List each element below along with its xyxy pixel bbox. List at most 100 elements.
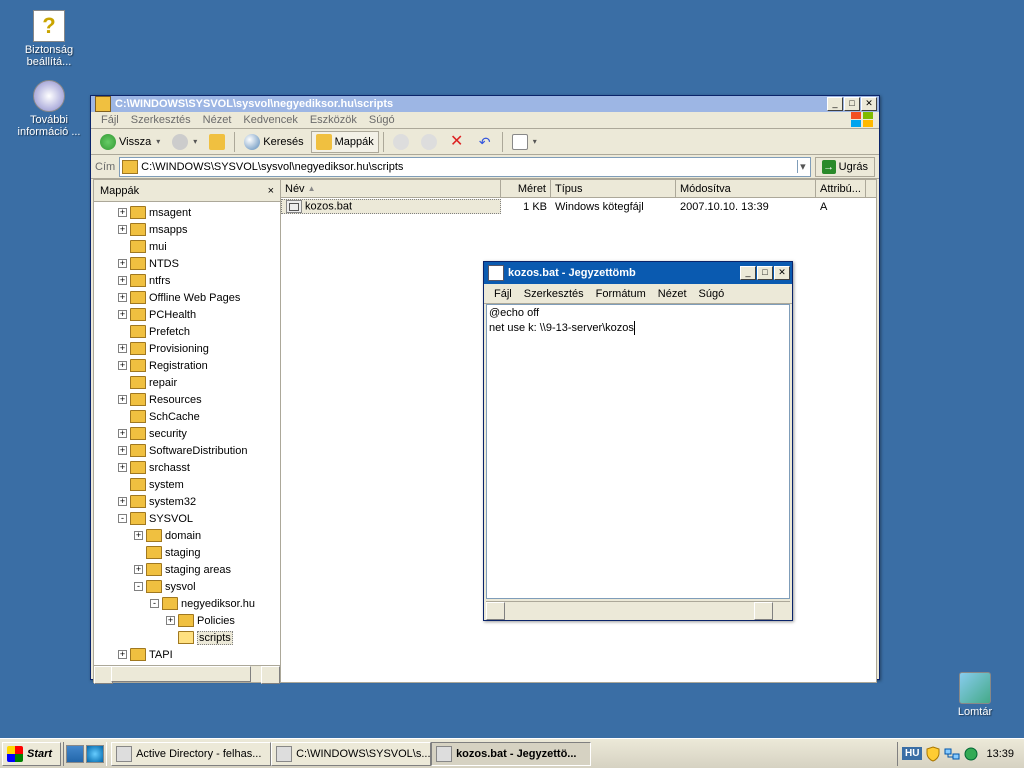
tree-node[interactable]: +ntfrs <box>98 272 280 289</box>
tree-node[interactable]: -negyediksor.hu <box>98 595 280 612</box>
tree-node[interactable]: +Resources <box>98 391 280 408</box>
tray-volume-icon[interactable] <box>963 746 979 762</box>
tree-node[interactable]: -SYSVOL <box>98 510 280 527</box>
search-button[interactable]: Keresés <box>239 131 308 153</box>
views-button[interactable] <box>507 131 542 153</box>
tree-expand-icon[interactable]: + <box>118 497 127 506</box>
menu-tools[interactable]: Eszközök <box>304 112 363 128</box>
taskbar-button[interactable]: kozos.bat - Jegyzettö... <box>431 742 591 766</box>
tree-expand-icon[interactable]: + <box>118 395 127 404</box>
explorer-titlebar[interactable]: C:\WINDOWS\SYSVOL\sysvol\negyediksor.hu\… <box>91 96 879 112</box>
tree-close-button[interactable]: × <box>268 185 274 197</box>
tree-expand-icon[interactable]: + <box>118 293 127 302</box>
folder-tree[interactable]: +msagent+msappsmui+NTDS+ntfrs+Offline We… <box>94 202 280 665</box>
undo-button[interactable]: ↶ <box>472 131 498 153</box>
file-row[interactable]: kozos.bat1 KBWindows kötegfájl2007.10.10… <box>281 198 876 215</box>
tree-node[interactable]: SchCache <box>98 408 280 425</box>
close-button[interactable]: ✕ <box>774 266 790 280</box>
menu-help[interactable]: Súgó <box>693 286 731 302</box>
tree-node[interactable]: +msagent <box>98 204 280 221</box>
delete-button[interactable]: ✕ <box>444 131 470 153</box>
menu-help[interactable]: Súgó <box>363 112 401 128</box>
tree-node[interactable]: system <box>98 476 280 493</box>
tree-expand-icon[interactable]: + <box>118 463 127 472</box>
tree-expand-icon[interactable]: + <box>118 446 127 455</box>
menu-edit[interactable]: Szerkesztés <box>125 112 197 128</box>
desktop-icon-recycle[interactable]: Lomtár <box>940 672 1010 718</box>
tree-node[interactable]: repair <box>98 374 280 391</box>
desktop-icon-moreinfo[interactable]: További információ ... <box>14 80 84 138</box>
tree-expand-icon[interactable]: - <box>134 582 143 591</box>
tree-expand-icon[interactable]: + <box>134 531 143 540</box>
column-header[interactable]: Típus <box>551 180 676 197</box>
tree-node[interactable]: +srchasst <box>98 459 280 476</box>
start-button[interactable]: Start <box>2 742 61 766</box>
tree-node[interactable]: staging <box>98 544 280 561</box>
tree-node[interactable]: +Offline Web Pages <box>98 289 280 306</box>
tree-node[interactable]: +Policies <box>98 612 280 629</box>
tree-node[interactable]: +PCHealth <box>98 306 280 323</box>
notepad-hscrollbar[interactable] <box>486 601 790 618</box>
maximize-button[interactable]: □ <box>844 97 860 111</box>
language-indicator[interactable]: HU <box>902 747 922 760</box>
notepad-textarea[interactable]: @echo off net use k: \\9-13-server\kozos <box>486 304 790 599</box>
menu-favorites[interactable]: Kedvencek <box>237 112 303 128</box>
tree-expand-icon[interactable]: + <box>118 361 127 370</box>
go-button[interactable]: → Ugrás <box>815 157 875 177</box>
tree-node[interactable]: -sysvol <box>98 578 280 595</box>
tree-expand-icon[interactable]: + <box>118 310 127 319</box>
tree-node[interactable]: +SoftwareDistribution <box>98 442 280 459</box>
maximize-button[interactable]: □ <box>757 266 773 280</box>
clock[interactable]: 13:39 <box>982 748 1018 760</box>
minimize-button[interactable]: _ <box>827 97 843 111</box>
tree-expand-icon[interactable]: + <box>118 259 127 268</box>
tree-expand-icon[interactable]: + <box>118 208 127 217</box>
tree-expand-icon[interactable]: + <box>118 344 127 353</box>
tree-expand-icon[interactable]: + <box>118 225 127 234</box>
menu-edit[interactable]: Szerkesztés <box>518 286 590 302</box>
close-button[interactable]: ✕ <box>861 97 877 111</box>
show-desktop-icon[interactable] <box>66 745 84 763</box>
tree-node[interactable]: +TAPI <box>98 646 280 663</box>
tree-hscrollbar[interactable] <box>94 665 280 682</box>
tree-node[interactable]: scripts <box>98 629 280 646</box>
tree-node[interactable]: +Provisioning <box>98 340 280 357</box>
notepad-titlebar[interactable]: kozos.bat - Jegyzettömb _ □ ✕ <box>484 262 792 284</box>
tree-node[interactable]: +msapps <box>98 221 280 238</box>
copyto-button[interactable] <box>416 131 442 153</box>
tree-node[interactable]: +security <box>98 425 280 442</box>
folders-button[interactable]: Mappák <box>311 131 379 153</box>
tree-expand-icon[interactable]: - <box>150 599 159 608</box>
tree-expand-icon[interactable]: - <box>118 514 127 523</box>
tree-node[interactable]: mui <box>98 238 280 255</box>
column-header[interactable]: Név▲ <box>281 180 501 197</box>
column-header[interactable]: Méret <box>501 180 551 197</box>
up-button[interactable] <box>204 131 230 153</box>
moveto-button[interactable] <box>388 131 414 153</box>
taskbar-button[interactable]: Active Directory - felhas... <box>111 742 271 766</box>
tray-network-icon[interactable] <box>944 746 960 762</box>
menu-file[interactable]: Fájl <box>488 286 518 302</box>
back-button[interactable]: Vissza <box>95 131 165 153</box>
tree-node[interactable]: +NTDS <box>98 255 280 272</box>
menu-format[interactable]: Formátum <box>590 286 652 302</box>
column-header[interactable]: Attribú... <box>816 180 866 197</box>
tree-node[interactable]: +Registration <box>98 357 280 374</box>
tree-expand-icon[interactable]: + <box>134 565 143 574</box>
address-dropdown-icon[interactable]: ▾ <box>797 160 808 173</box>
tree-expand-icon[interactable]: + <box>118 276 127 285</box>
menu-view[interactable]: Nézet <box>652 286 693 302</box>
tree-node[interactable]: +system32 <box>98 493 280 510</box>
menu-file[interactable]: Fájl <box>95 112 125 128</box>
tree-expand-icon[interactable]: + <box>118 429 127 438</box>
ie-icon[interactable] <box>86 745 104 763</box>
tree-node[interactable]: Prefetch <box>98 323 280 340</box>
tree-node[interactable]: +staging areas <box>98 561 280 578</box>
column-header[interactable]: Módosítva <box>676 180 816 197</box>
tray-shield-icon[interactable] <box>925 746 941 762</box>
menu-view[interactable]: Nézet <box>197 112 238 128</box>
forward-button[interactable] <box>167 131 202 153</box>
tree-expand-icon[interactable]: + <box>166 616 175 625</box>
tree-expand-icon[interactable]: + <box>118 650 127 659</box>
desktop-icon-security[interactable]: ? Biztonság beállítá... <box>14 10 84 68</box>
